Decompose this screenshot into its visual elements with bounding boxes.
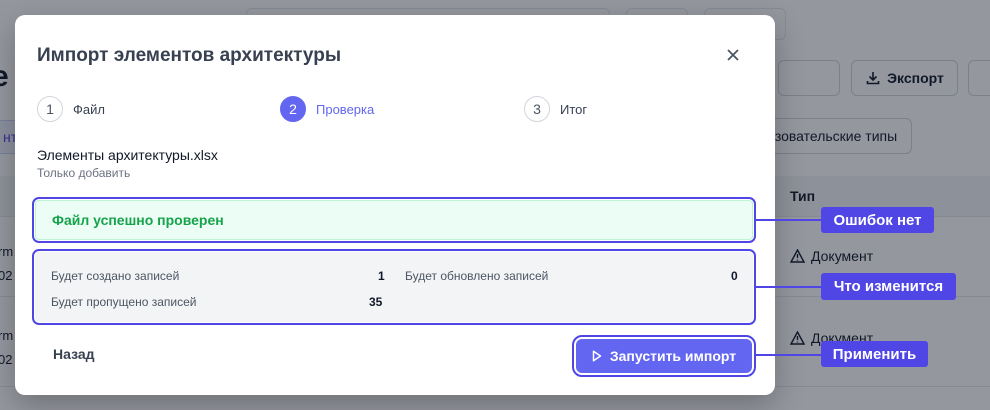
close-button[interactable] (721, 43, 745, 67)
step-number: 3 (524, 96, 550, 122)
modal-title: Импорт элементов архитектуры (37, 45, 342, 66)
step-label: Проверка (316, 101, 375, 117)
step-label: Итог (560, 101, 588, 117)
updated-label: Будет обновлено записей (405, 269, 549, 283)
import-modal: Импорт элементов архитектуры 1 Файл 2 Пр… (15, 15, 775, 395)
play-icon (592, 350, 602, 362)
file-name: Элементы архитектуры.xlsx (37, 147, 218, 163)
validation-success-banner: Файл успешно проверен (32, 197, 756, 243)
import-summary: Будет создано записей 1 Будет обновлено … (32, 249, 756, 325)
stepper: 1 Файл 2 Проверка 3 Итог (37, 96, 737, 124)
callout-connector (755, 219, 821, 221)
step-check: 2 Проверка (280, 96, 374, 122)
step-result: 3 Итог (524, 96, 587, 122)
callout-what-changes: Что изменится (821, 273, 956, 300)
import-mode: Только добавить (37, 166, 131, 180)
step-number: 1 (37, 96, 63, 122)
callout-connector (755, 354, 821, 356)
skipped-label: Будет пропущено записей (51, 295, 197, 309)
created-label: Будет создано записей (51, 269, 180, 283)
created-value: 1 (378, 269, 385, 283)
run-import-label: Запустить импорт (609, 348, 737, 364)
callout-connector (755, 286, 821, 288)
step-number: 2 (280, 96, 306, 122)
run-import-button[interactable]: Запустить импорт (572, 335, 756, 377)
step-file: 1 Файл (37, 96, 105, 122)
back-button[interactable]: Назад (53, 346, 95, 362)
callout-apply: Применить (821, 341, 928, 367)
callout-no-errors: Ошибок нет (821, 207, 934, 233)
skipped-value: 35 (369, 295, 383, 309)
close-icon (727, 49, 739, 61)
updated-value: 0 (731, 269, 738, 283)
step-label: Файл (73, 101, 105, 117)
